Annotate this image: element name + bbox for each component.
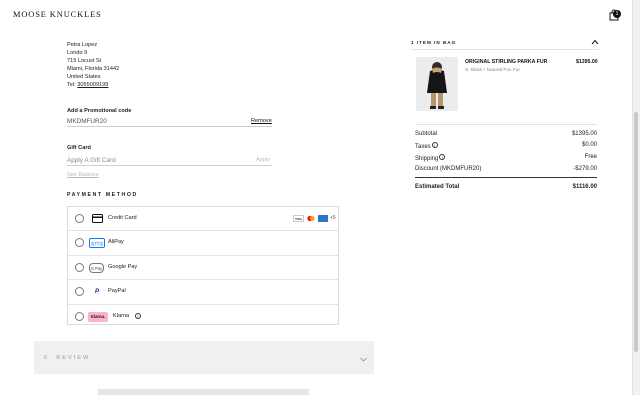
phone-number[interactable]: 3055009199 [77, 82, 108, 88]
payment-name-klarna: Klarna [113, 312, 130, 319]
payment-name-alipay: AliPay [108, 239, 124, 246]
cart-count-badge: 1 [613, 10, 621, 18]
taxes-label: Taxes [415, 144, 431, 150]
address-name: Petra Lopez [67, 42, 98, 48]
promo-label: Add a Promotional code [67, 108, 132, 114]
radio-credit-card[interactable] [75, 214, 84, 223]
radio-klarna[interactable] [75, 311, 84, 321]
product-name[interactable]: ORIGINAL STIRLING PARKA FUR [465, 59, 547, 65]
amex-icon [318, 215, 328, 222]
summary-subtotal-row: Subtotal $1395.00 [415, 131, 597, 137]
address-line1: Londo 9 [67, 50, 88, 56]
see-balance-link[interactable]: See Balance [67, 172, 99, 178]
gift-card-input[interactable]: Apply A Gift Card [67, 157, 116, 164]
review-step-label: 6 REVIEW [44, 355, 90, 361]
address-country: United States [67, 74, 101, 80]
promo-underline [67, 126, 272, 127]
brand-logo[interactable]: MOOSE KNUCKLES [13, 10, 102, 19]
review-step[interactable]: 6 REVIEW [34, 341, 374, 374]
payment-option-google-pay[interactable]: G Pay Google Pay [68, 256, 338, 281]
summary-divider-top [415, 124, 597, 125]
place-order-button[interactable] [98, 389, 309, 395]
visa-icon: VISA [293, 215, 304, 222]
bag-title: 1 ITEM IN BAG [411, 40, 457, 45]
subtotal-label: Subtotal [415, 131, 438, 137]
promo-code-value: MKDMFUR20 [67, 118, 107, 125]
chevron-up-icon[interactable] [591, 39, 599, 45]
bag-divider [411, 49, 599, 50]
product-image [416, 57, 458, 111]
gift-card-underline [67, 165, 272, 166]
total-value: $1116.00 [572, 184, 597, 190]
discount-value: -$279.00 [573, 166, 597, 172]
review-step-number: 6 [44, 355, 50, 361]
address-phone: Tel: 3055009199 [67, 81, 119, 89]
discount-label: Discount (MKDMFUR20) [415, 166, 482, 172]
payment-option-paypal[interactable]: P PayPal [68, 280, 338, 305]
summary-shipping-row: Shipping i Free [415, 154, 597, 162]
summary-total-row: Estimated Total $1116.00 [415, 184, 597, 190]
phone-label: Tel: [67, 82, 76, 88]
remove-promo-link[interactable]: Remove [251, 118, 272, 124]
product-variant: S, Black / Natural Fox Fur [465, 68, 520, 73]
shipping-label: Shipping [415, 156, 439, 162]
alipay-logo: 支付宝 [89, 238, 105, 249]
payment-name-paypal: PayPal [108, 288, 126, 295]
radio-alipay[interactable] [75, 238, 84, 248]
shipping-value: Free [584, 154, 597, 160]
shipping-info-icon[interactable]: i [439, 154, 446, 160]
mastercard-icon [307, 215, 315, 222]
payment-option-alipay[interactable]: 支付宝 AliPay [68, 231, 338, 256]
taxes-info-icon[interactable]: i [431, 142, 438, 148]
product-price: $1395.00 [576, 59, 598, 65]
payment-option-credit-card[interactable]: Credit Card VISA +5 [68, 207, 338, 232]
klarna-logo: Klarna. [88, 311, 108, 322]
google-pay-logo: G Pay [89, 262, 104, 273]
credit-card-icon [92, 214, 103, 223]
address-line2: 715 Locust St [67, 58, 102, 64]
parka-figure-illustration [416, 57, 458, 111]
shipping-address: Petra Lopez Londo 9 715 Locust St Miami,… [67, 41, 119, 89]
apply-gift-card-button[interactable]: Apply [256, 157, 270, 163]
subtotal-value: $1395.00 [571, 131, 597, 137]
paypal-logo: P [94, 289, 99, 296]
radio-paypal[interactable] [75, 287, 84, 297]
payment-method-title: PAYMENT METHOD [67, 192, 138, 198]
summary-taxes-row: Taxes i $0.00 [415, 142, 597, 150]
payment-methods-list: Credit Card VISA +5 支付宝 AliPay G Pay Goo… [67, 206, 339, 325]
payment-name-google-pay: Google Pay [108, 263, 138, 270]
more-cards-count: +5 [330, 215, 336, 221]
klarna-info-icon[interactable]: i [135, 313, 141, 320]
payment-name-credit-card: Credit Card [108, 215, 137, 221]
radio-google-pay[interactable] [75, 262, 84, 272]
gift-card-label: Gift Card [67, 145, 91, 151]
review-step-text: REVIEW [56, 355, 91, 361]
total-label: Estimated Total [415, 184, 460, 190]
taxes-value: $0.00 [581, 142, 597, 148]
chevron-down-icon[interactable] [360, 357, 367, 362]
summary-discount-row: Discount (MKDMFUR20) -$279.00 [415, 166, 597, 172]
scrollbar-thumb[interactable] [634, 112, 638, 352]
site-header: MOOSE KNUCKLES 1 [0, 0, 632, 30]
address-line3: Miami, Florida 31442 [67, 66, 120, 72]
summary-divider-total [415, 177, 597, 178]
payment-option-klarna[interactable]: Klarna. Klarna i [68, 305, 338, 329]
